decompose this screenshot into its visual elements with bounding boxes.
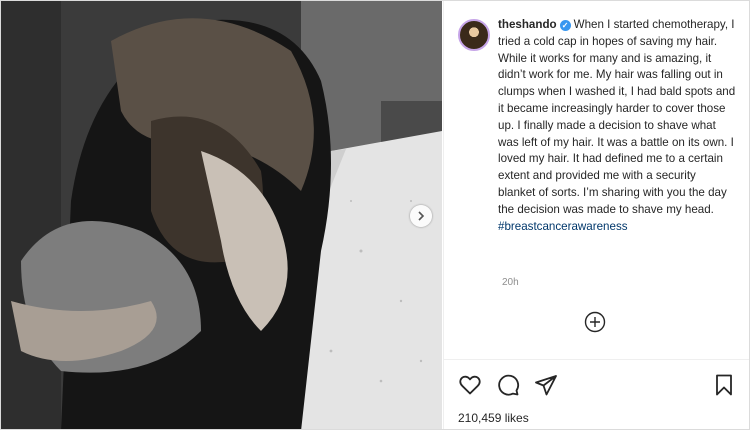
hashtag-link[interactable]: #breastcancerawareness [498, 220, 628, 233]
photo-illustration [1, 1, 442, 429]
load-more-comments-button[interactable] [584, 311, 606, 333]
post-timestamp: 20h [502, 277, 519, 288]
like-button[interactable] [458, 373, 484, 399]
post-photo[interactable] [1, 1, 442, 429]
share-button[interactable] [534, 373, 560, 399]
caption: theshando ✓ When I started chemotherapy, I… [498, 17, 736, 235]
heart-icon [459, 375, 481, 395]
action-bar [456, 373, 738, 399]
save-button[interactable] [712, 373, 738, 399]
avatar[interactable] [458, 19, 490, 51]
chevron-right-icon [418, 211, 425, 221]
caption-area: theshando ✓ When I started chemotherapy, I… [458, 17, 736, 235]
divider [444, 359, 749, 360]
bookmark-icon [716, 374, 732, 396]
plus-circle-icon [584, 311, 606, 333]
caption-text: When I started chemotherapy, I tried a c… [498, 18, 736, 216]
carousel-next-button[interactable] [410, 205, 432, 227]
paper-plane-icon [535, 375, 557, 396]
comment-button[interactable] [496, 373, 522, 399]
post-side-panel: theshando ✓ When I started chemotherapy, I… [443, 1, 749, 429]
post-frame: theshando ✓ When I started chemotherapy, I… [0, 0, 750, 430]
verified-badge-icon: ✓ [559, 20, 571, 31]
comment-icon [498, 374, 520, 396]
username-link[interactable]: theshando [498, 18, 557, 31]
likes-count[interactable]: 210,459 likes [458, 411, 529, 425]
